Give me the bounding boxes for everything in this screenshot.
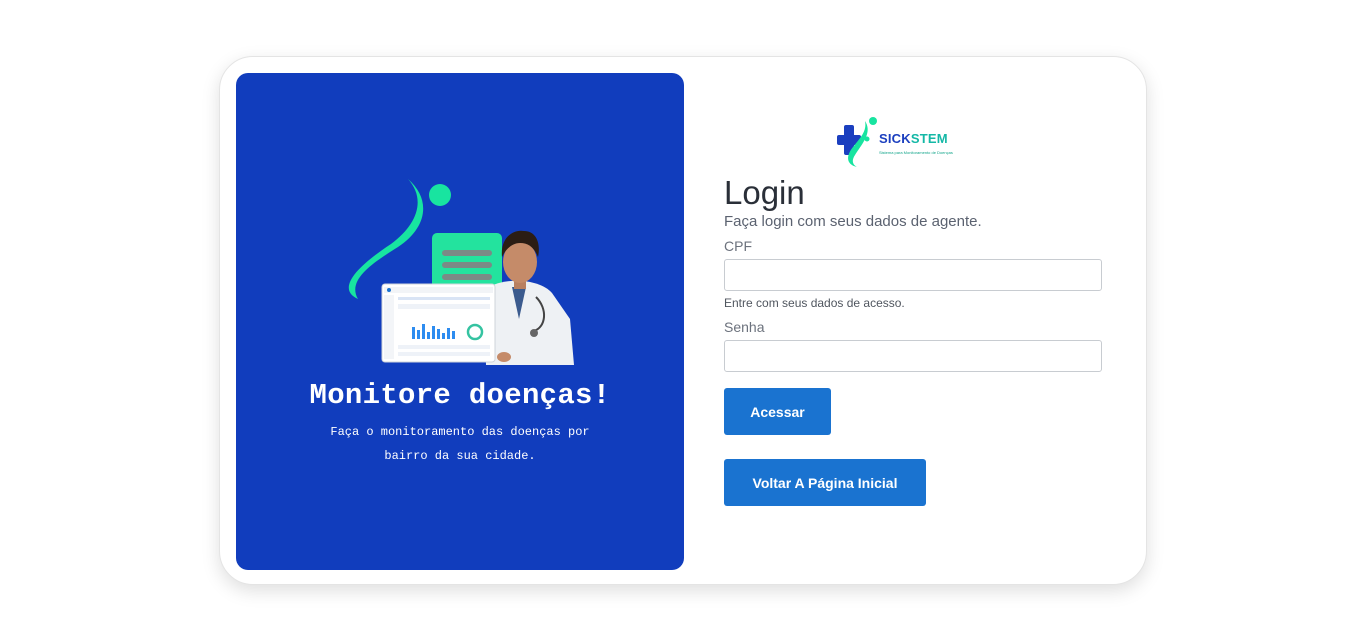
hero-title: Monitore doenças! (309, 379, 611, 412)
doctor-dashboard-illustration (348, 179, 574, 365)
password-label: Senha (724, 319, 765, 335)
back-to-home-button[interactable]: Voltar A Página Inicial (724, 459, 926, 506)
password-input[interactable] (724, 340, 1102, 372)
submit-button[interactable]: Acessar (724, 388, 831, 435)
medical-cross-logo-icon (837, 117, 877, 167)
cpf-label: CPF (724, 238, 752, 254)
login-form: SICKSTEM Sistema para Monitoramento de D… (724, 57, 1104, 584)
login-subtitle: Faça login com seus dados de agente. (724, 213, 982, 230)
cpf-hint: Entre com seus dados de acesso. (724, 296, 905, 310)
login-card: Monitore doenças! Faça o monitoramento d… (219, 56, 1147, 585)
logo-tagline: Sistema para Monitoramento de Doenças (879, 150, 953, 155)
logo-wordmark: SICKSTEM (879, 131, 948, 146)
cpf-input[interactable] (724, 259, 1102, 291)
hero-panel: Monitore doenças! Faça o monitoramento d… (236, 73, 684, 570)
hero-subtitle: Faça o monitoramento das doenças por bai… (330, 425, 590, 463)
login-title: Login (724, 174, 805, 211)
sickstem-logo: SICKSTEM Sistema para Monitoramento de D… (837, 115, 977, 169)
